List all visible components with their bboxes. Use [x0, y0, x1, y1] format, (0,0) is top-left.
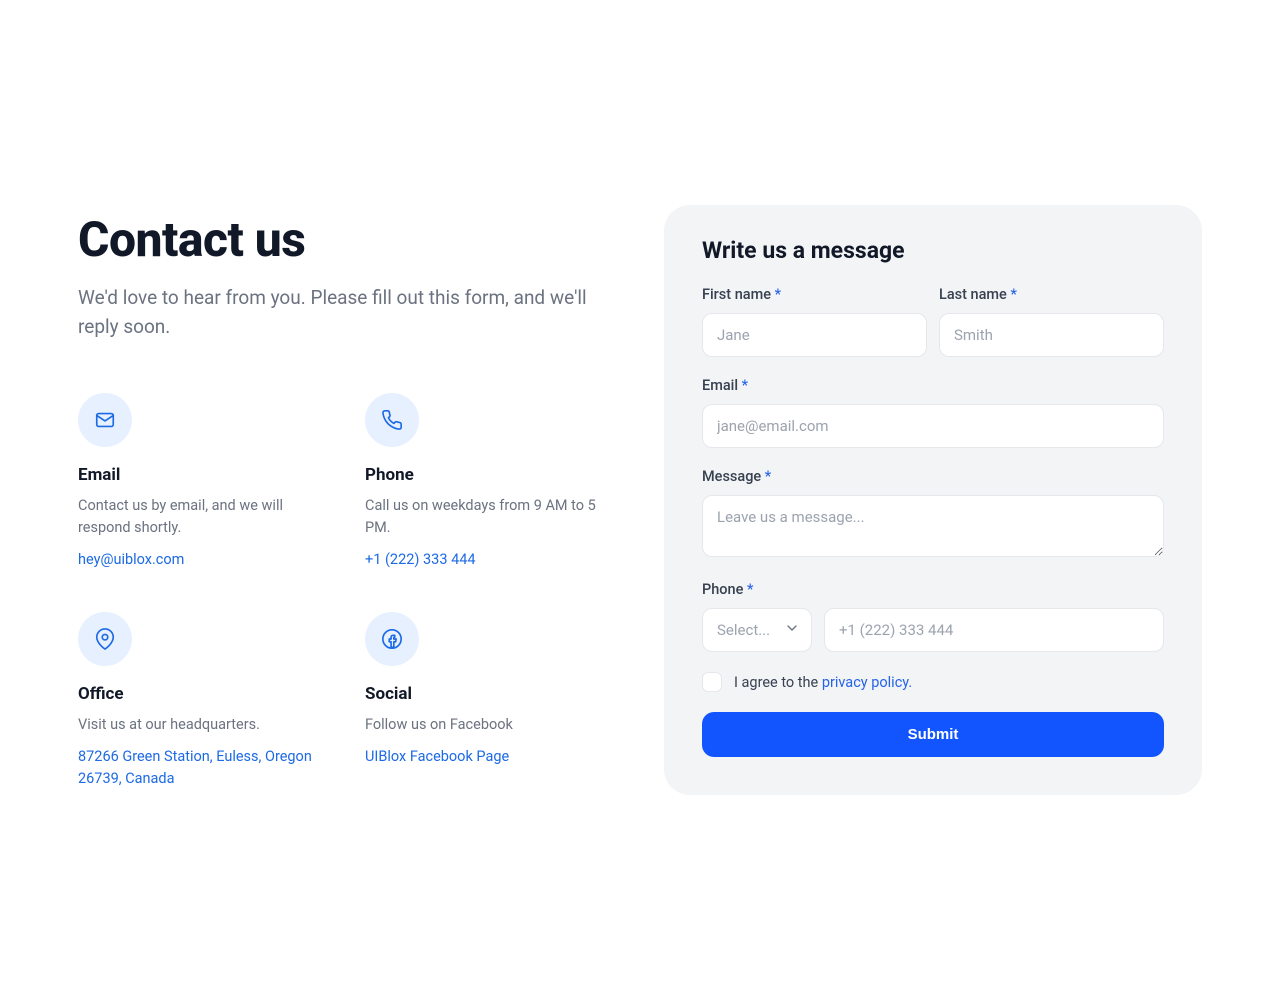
form-title: Write us a message	[702, 237, 1164, 264]
email-label: Email *	[702, 377, 1164, 394]
info-phone-title: Phone	[365, 465, 616, 485]
last-name-input[interactable]	[939, 313, 1164, 357]
info-social-link[interactable]: UIBlox Facebook Page	[365, 746, 616, 768]
page-subtitle: We'd love to hear from you. Please fill …	[78, 284, 616, 341]
facebook-icon	[365, 612, 419, 666]
info-phone-link[interactable]: +1 (222) 333 444	[365, 549, 616, 571]
first-name-input[interactable]	[702, 313, 927, 357]
country-code-select[interactable]: Select...	[702, 608, 812, 652]
phone-label: Phone *	[702, 581, 1164, 598]
email-icon	[78, 393, 132, 447]
agree-checkbox[interactable]	[702, 672, 722, 692]
last-name-label: Last name *	[939, 286, 1164, 303]
info-office-link[interactable]: 87266 Green Station, Euless, Oregon 2673…	[78, 746, 329, 790]
info-email: Email Contact us by email, and we will r…	[78, 393, 329, 570]
info-email-desc: Contact us by email, and we will respond…	[78, 495, 329, 539]
message-textarea[interactable]	[702, 495, 1164, 557]
agree-label: I agree to the privacy policy.	[734, 674, 912, 691]
info-social-desc: Follow us on Facebook	[365, 714, 616, 736]
info-social-title: Social	[365, 684, 616, 704]
info-social: Social Follow us on Facebook UIBlox Face…	[365, 612, 616, 789]
phone-icon	[365, 393, 419, 447]
email-input[interactable]	[702, 404, 1164, 448]
info-office-title: Office	[78, 684, 329, 704]
info-phone: Phone Call us on weekdays from 9 AM to 5…	[365, 393, 616, 570]
info-email-title: Email	[78, 465, 329, 485]
privacy-policy-link[interactable]: privacy policy.	[822, 674, 912, 691]
info-office: Office Visit us at our headquarters. 872…	[78, 612, 329, 789]
phone-input[interactable]	[824, 608, 1164, 652]
info-office-desc: Visit us at our headquarters.	[78, 714, 329, 736]
submit-button[interactable]: Submit	[702, 712, 1164, 757]
map-pin-icon	[78, 612, 132, 666]
info-email-link[interactable]: hey@uiblox.com	[78, 549, 329, 571]
info-phone-desc: Call us on weekdays from 9 AM to 5 PM.	[365, 495, 616, 539]
page-title: Contact us	[78, 211, 616, 268]
message-label: Message *	[702, 468, 1164, 485]
first-name-label: First name *	[702, 286, 927, 303]
contact-form-card: Write us a message First name * Last nam…	[664, 205, 1202, 795]
